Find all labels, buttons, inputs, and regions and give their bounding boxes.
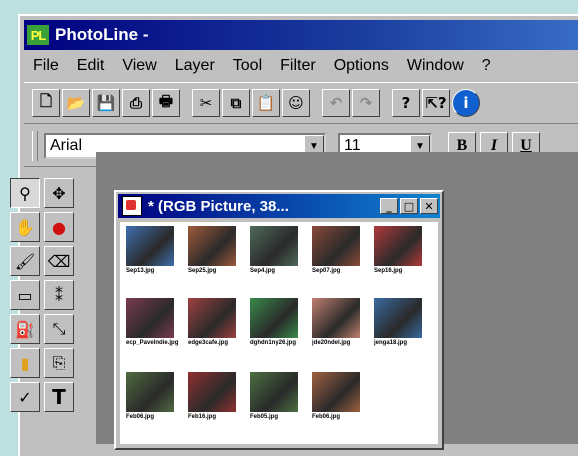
thumbnail[interactable]: edge3cafe.jpg: [188, 298, 236, 346]
undo-icon[interactable]: ↶: [322, 89, 350, 117]
thumbnail-image: [188, 372, 236, 412]
help-icon[interactable]: ?: [392, 89, 420, 117]
magic-wand-tool-icon[interactable]: ⁑: [44, 280, 74, 310]
eyedropper-tool-icon[interactable]: ⤡: [44, 314, 74, 344]
menu-item-tool[interactable]: Tool: [224, 57, 271, 75]
gradient-tool-icon[interactable]: ▮: [10, 348, 40, 378]
hand-tool-icon[interactable]: ✋: [10, 212, 40, 242]
bucket-tool-icon[interactable]: ⛽: [10, 314, 40, 344]
copy-icon[interactable]: ⧉: [222, 89, 250, 117]
thumbnail-image: [312, 298, 360, 338]
thumbnail[interactable]: Feb06.jpg: [312, 372, 360, 420]
document-window: * (RGB Picture, 38... _ □ ✕ Sep13.jpg Sep…: [114, 190, 444, 450]
thumbnail[interactable]: dghdn1ny26.jpg: [250, 298, 298, 346]
thumbnail-image: [250, 372, 298, 412]
thumbnail-caption: Feb05.jpg: [250, 414, 279, 420]
menu-item-layer[interactable]: Layer: [166, 57, 224, 75]
thumbnail-caption: Feb06.jpg: [312, 414, 341, 420]
thumbnail[interactable]: Feb05.jpg: [250, 372, 298, 420]
menu-item-edit[interactable]: Edit: [68, 57, 114, 75]
lasso-tool-icon[interactable]: ●: [44, 212, 74, 242]
thumbnail[interactable]: jenga18.jpg: [374, 298, 422, 346]
thumbnail-caption: Feb16.jpg: [188, 414, 217, 420]
document-title-bar[interactable]: * (RGB Picture, 38... _ □ ✕: [118, 194, 440, 218]
thumbnail-image: [374, 226, 422, 266]
clone-tool-icon[interactable]: ⎘: [44, 348, 74, 378]
paste-special-icon[interactable]: ☺: [282, 89, 310, 117]
thumbnail[interactable]: ecp_Pavelndie.jpg: [126, 298, 179, 346]
rect-select-tool-icon[interactable]: ▭: [10, 280, 40, 310]
scanner-icon[interactable]: ⎙: [122, 89, 150, 117]
main-toolbar: 🗋 📂 💾 ⎙ 🖶 ✂ ⧉ 📋 ☺ ↶ ↷? ⇱? i: [24, 82, 578, 124]
thumbnail[interactable]: Sep07.jpg: [312, 226, 360, 274]
new-file-icon[interactable]: 🗋: [32, 89, 60, 117]
pen-tool-icon[interactable]: ✓: [10, 382, 40, 412]
save-disk-icon[interactable]: 💾: [92, 89, 120, 117]
close-button[interactable]: ✕: [420, 198, 438, 214]
eraser-tool-icon[interactable]: ⌫: [44, 246, 74, 276]
title-bar[interactable]: PL PhotoLine -: [24, 20, 578, 50]
open-folder-icon[interactable]: 📂: [62, 89, 90, 117]
menu-item-view[interactable]: View: [113, 57, 165, 75]
menu-item-help[interactable]: ?: [473, 57, 500, 75]
redo-icon[interactable]: ↷: [352, 89, 380, 117]
thumbnail-caption: Sep4.jpg: [250, 268, 276, 274]
thumbnail-image: [126, 226, 174, 266]
thumbnail-image: [312, 372, 360, 412]
thumbnail-image: [126, 298, 174, 338]
maximize-button[interactable]: □: [400, 198, 418, 214]
minimize-button[interactable]: _: [380, 198, 398, 214]
document-canvas[interactable]: Sep13.jpg Sep25.jpg Sep4.jpg Sep07.jpg Sep16…: [120, 222, 438, 444]
document-icon[interactable]: [122, 196, 142, 216]
thumbnail-caption: Sep13.jpg: [126, 268, 155, 274]
thumbnail-image: [188, 226, 236, 266]
context-help-icon[interactable]: ⇱?: [422, 89, 450, 117]
thumbnail[interactable]: Sep4.jpg: [250, 226, 298, 274]
thumbnail-caption: edge3cafe.jpg: [188, 340, 229, 346]
menu-item-filter[interactable]: Filter: [271, 57, 325, 75]
thumbnail[interactable]: Sep13.jpg: [126, 226, 174, 274]
cut-icon[interactable]: ✂: [192, 89, 220, 117]
thumbnail-image: [126, 372, 174, 412]
thumbnail-caption: Feb06.jpg: [126, 414, 155, 420]
text-tool-icon[interactable]: T: [44, 382, 74, 412]
thumbnail-caption: Sep16.jpg: [374, 268, 403, 274]
thumbnail-caption: jde20ndel.jpg: [312, 340, 351, 346]
thumbnail-caption: dghdn1ny26.jpg: [250, 340, 297, 346]
move-tool-icon[interactable]: ✥: [44, 178, 74, 208]
photoline-logo-icon: PL: [27, 25, 49, 45]
menu-item-options[interactable]: Options: [325, 57, 398, 75]
thumbnail-caption: ecp_Pavelndie.jpg: [126, 340, 179, 346]
menu-item-file[interactable]: File: [24, 57, 68, 75]
thumbnail[interactable]: jde20ndel.jpg: [312, 298, 360, 346]
toolbar-grip[interactable]: [32, 131, 38, 161]
thumbnail-caption: Sep25.jpg: [188, 268, 217, 274]
paste-icon[interactable]: 📋: [252, 89, 280, 117]
document-title: * (RGB Picture, 38...: [148, 197, 289, 215]
info-icon[interactable]: i: [452, 89, 480, 117]
thumbnail[interactable]: Sep16.jpg: [374, 226, 422, 274]
thumbnail-caption: jenga18.jpg: [374, 340, 408, 346]
thumbnail[interactable]: Sep25.jpg: [188, 226, 236, 274]
brush-tool-icon[interactable]: 🖌: [10, 246, 40, 276]
thumbnail-image: [250, 226, 298, 266]
menu-item-window[interactable]: Window: [398, 57, 473, 75]
print-icon[interactable]: 🖶: [152, 89, 180, 117]
zoom-tool-icon[interactable]: ⚲: [10, 178, 40, 208]
thumbnail-image: [312, 226, 360, 266]
thumbnail-image: [374, 298, 422, 338]
thumbnail-image: [188, 298, 236, 338]
thumbnail-image: [250, 298, 298, 338]
thumbnail-caption: Sep07.jpg: [312, 268, 341, 274]
thumbnail[interactable]: Feb16.jpg: [188, 372, 236, 420]
thumbnail[interactable]: Feb06.jpg: [126, 372, 174, 420]
menu-bar: File Edit View Layer Tool Filter Options Window…: [24, 52, 578, 80]
app-title: PhotoLine -: [55, 25, 149, 44]
